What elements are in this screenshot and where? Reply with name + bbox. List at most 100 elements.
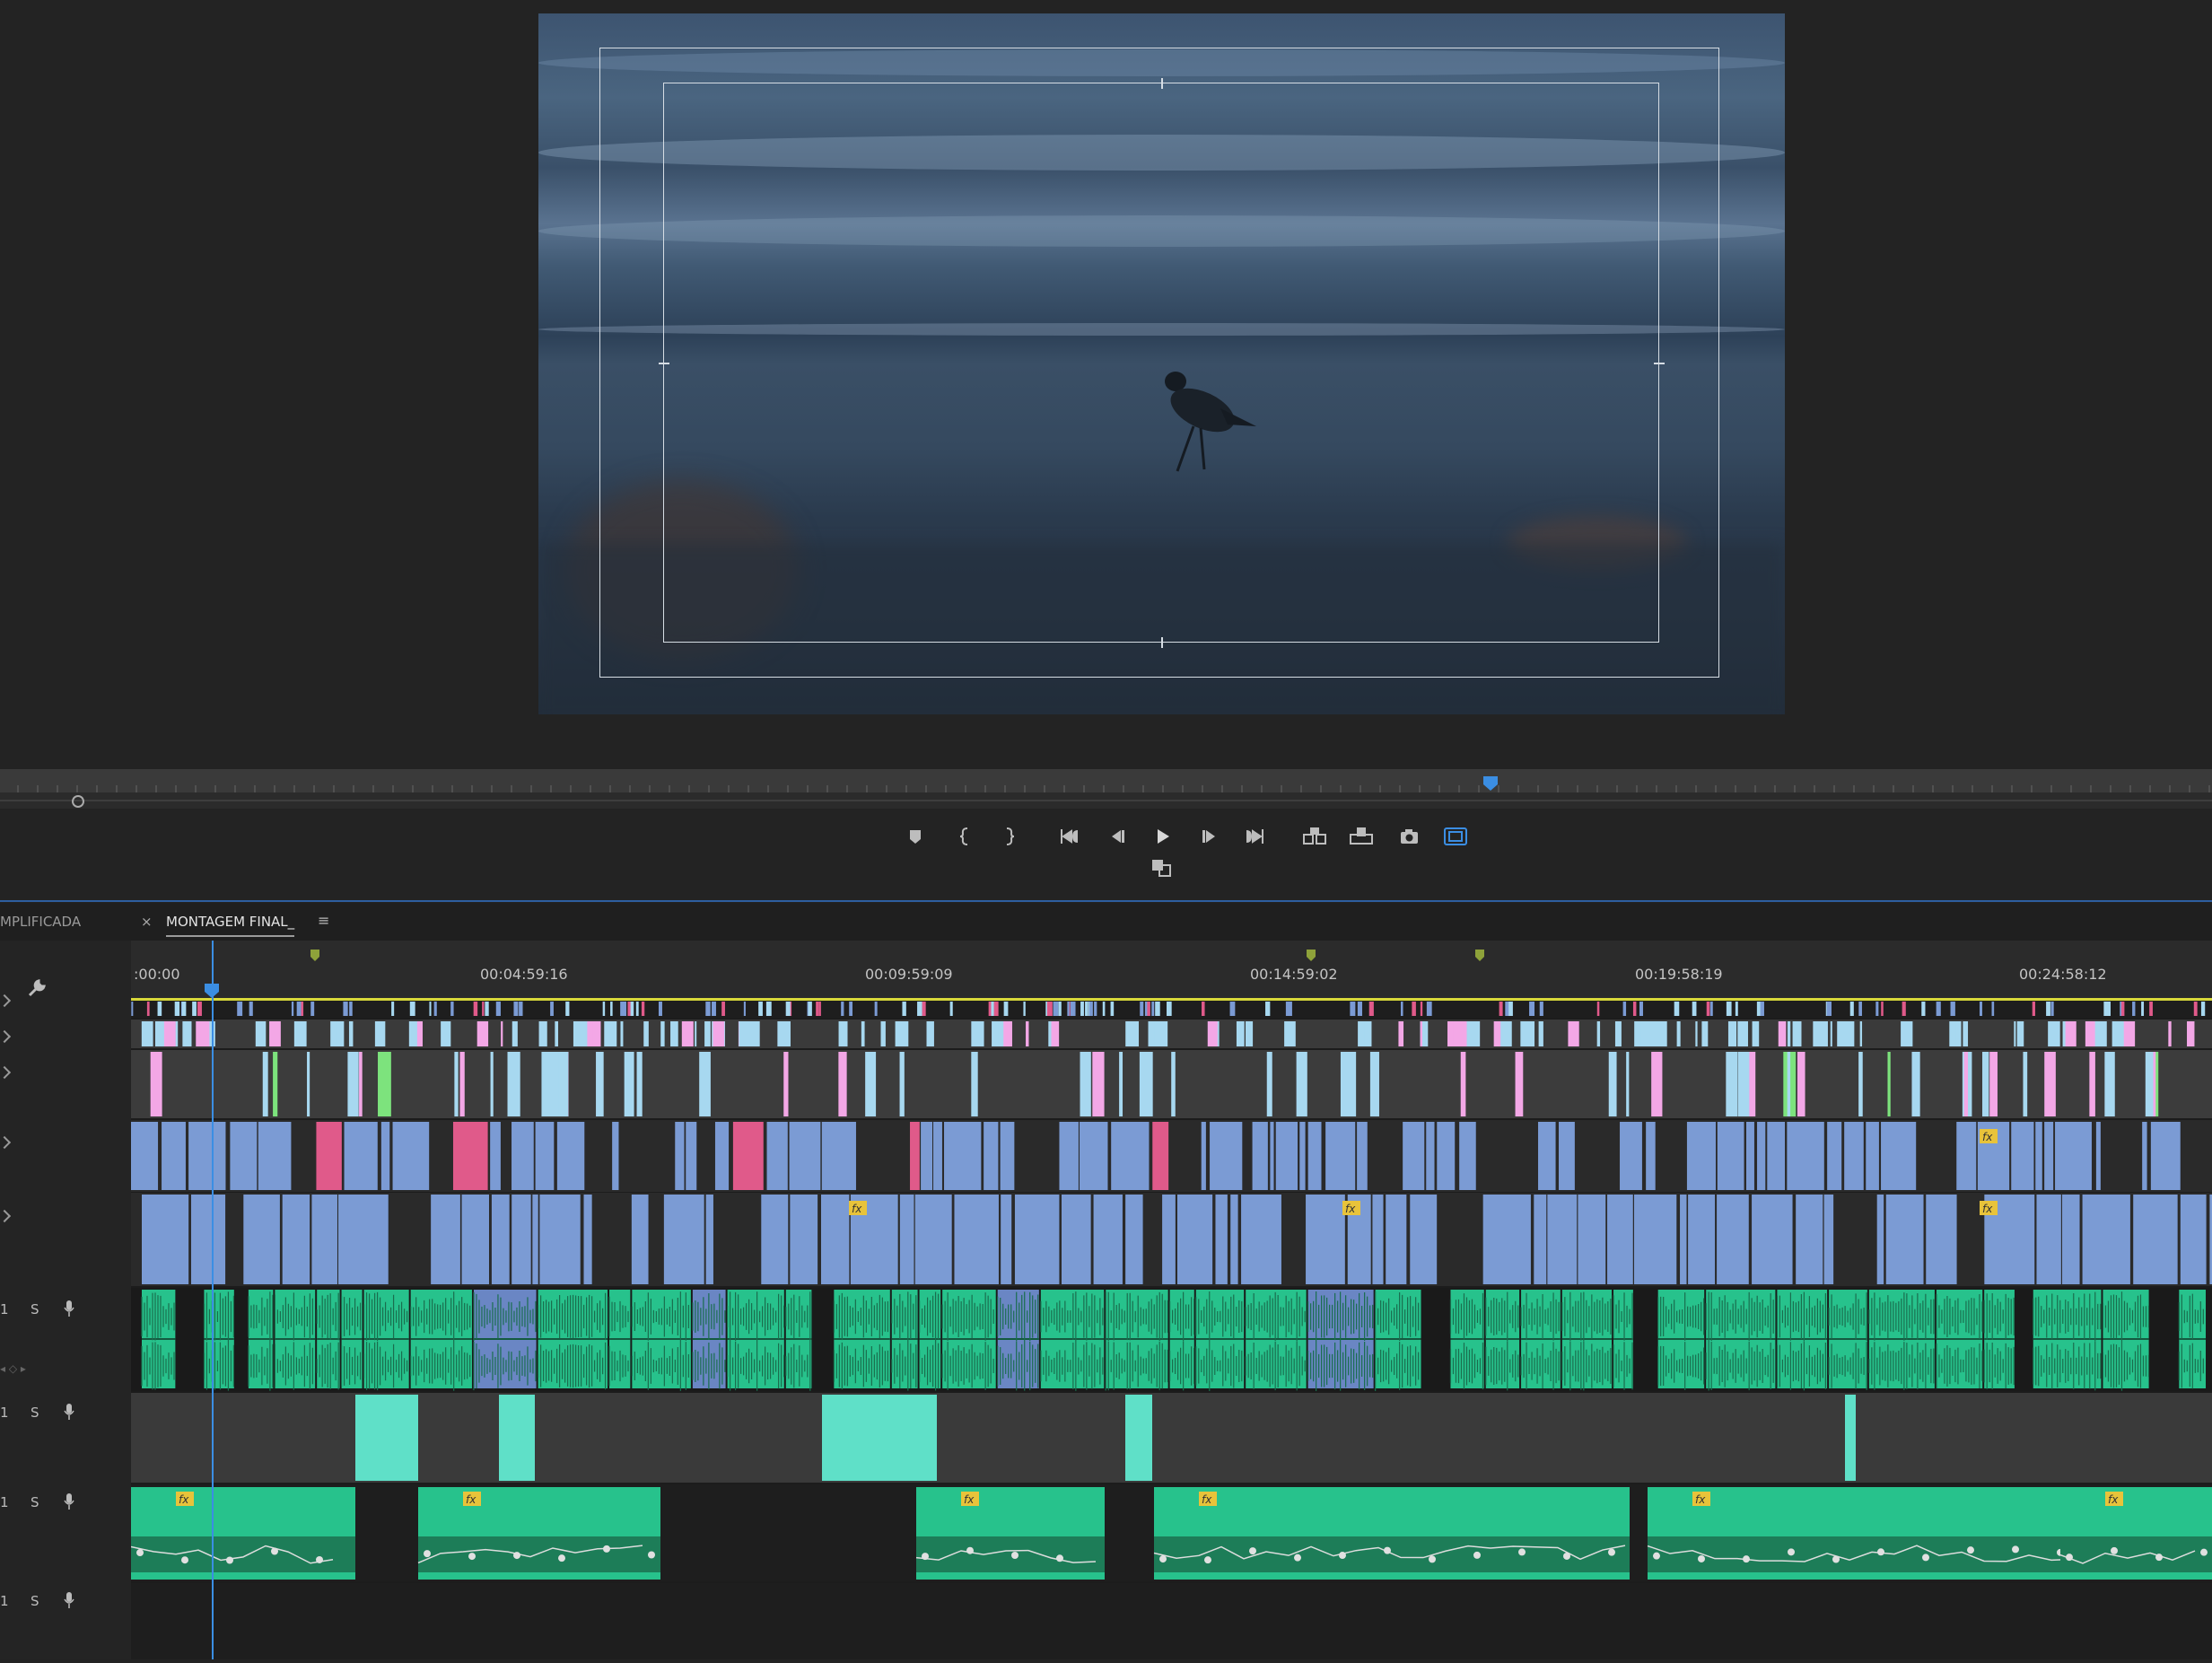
clip-mark [1155,1002,1160,1016]
step-forward-icon[interactable] [1196,823,1223,850]
clip-mark [1529,1002,1535,1016]
clip [1837,1021,1851,1046]
clip-mark [1979,1002,1982,1016]
monitor-scrubber[interactable] [0,769,2212,809]
clip [1787,1021,1791,1046]
video-clip [821,1122,856,1190]
zoom-handle[interactable] [72,795,84,808]
marker-icon[interactable] [902,823,929,850]
clip [1989,1052,1998,1116]
video-preview[interactable] [538,13,1785,714]
clip-mark [2141,1002,2145,1016]
solo-button[interactable]: S [31,1405,39,1421]
clip [378,1052,391,1116]
audio-clip [918,1290,941,1391]
video-clip [1306,1195,1345,1284]
clip [2093,1021,2107,1046]
go-to-in-icon[interactable] [1056,823,1083,850]
microphone-icon[interactable] [63,1492,75,1514]
clip-mark [1368,1002,1374,1016]
video-clip [539,1195,581,1284]
playhead-marker[interactable] [1483,776,1498,791]
video-clip [1093,1195,1123,1284]
tab-montagem-final[interactable]: MONTAGEM FINAL_ [166,914,295,937]
overwrite-icon[interactable] [1348,823,1375,850]
video-clip [1547,1195,1578,1284]
track-headers: 1 S ◂ ◇ ▸ 1 S 1 S 1 S [0,941,131,1659]
video-clip [790,1195,818,1284]
video-clip [316,1122,342,1190]
camera-icon[interactable] [1395,823,1422,850]
mark-out-icon[interactable] [996,823,1023,850]
playhead-line[interactable] [212,941,214,1659]
video-clip [1125,1195,1143,1284]
clip [374,1021,386,1046]
video-clip [1162,1195,1176,1284]
wrench-icon[interactable] [27,978,47,998]
keyframe-nav-icon[interactable]: ◂ ◇ ▸ [0,1362,26,1375]
video-clip [243,1195,280,1284]
clip [739,1021,750,1046]
clip-mark [1692,1002,1697,1016]
clip [2044,1052,2056,1116]
mark-in-icon[interactable] [951,823,978,850]
clip [273,1052,278,1116]
clip-mark [849,1002,852,1016]
solo-button[interactable]: S [31,1494,39,1510]
timeline-marker [1307,950,1316,961]
solo-button[interactable]: S [31,1301,39,1317]
video-clip [1403,1122,1425,1190]
microphone-icon[interactable] [63,1300,75,1321]
track-expand-icon[interactable] [0,1029,12,1044]
video-clip [2061,1195,2080,1284]
safe-margins-icon[interactable] [1442,823,1469,850]
svg-text:fx: fx [1345,1203,1356,1215]
audio-clip [1485,1290,1520,1391]
track-lane [131,1583,2212,1659]
time-ruler[interactable]: :00:00 00:04:59:16 00:09:59:09 00:14:59:… [131,941,2212,998]
tab-simplificada[interactable]: MPLIFICADA [0,914,81,930]
video-clip [188,1122,226,1190]
fx-badge: fx [1980,1129,1998,1143]
video-clip [1844,1122,1864,1190]
clip [971,1021,984,1046]
video-clip [1752,1195,1793,1284]
video-clip [1633,1195,1677,1284]
insert-icon[interactable] [1301,823,1328,850]
clip-mark [181,1002,187,1016]
tab-menu-icon[interactable]: ≡ [318,912,329,929]
clip [1858,1052,1863,1116]
video-clip [1201,1122,1206,1190]
track-expand-icon[interactable] [0,993,12,1008]
clip [1982,1052,1989,1116]
clip-mark [874,1002,878,1016]
video-clip [1796,1195,1823,1284]
clip-mark [1539,1002,1543,1016]
go-to-out-icon[interactable] [1241,823,1268,850]
clip [2085,1021,2095,1046]
audio-clip [1868,1290,1935,1390]
scrub-track[interactable] [0,769,2212,792]
microphone-icon[interactable] [63,1591,75,1613]
microphone-icon[interactable] [63,1403,75,1424]
zoom-bar[interactable] [0,800,2212,801]
play-icon[interactable] [1149,823,1176,850]
track-expand-icon[interactable] [0,1209,12,1223]
video-clip [675,1122,685,1190]
clip [1963,1052,1969,1116]
video-clip [1866,1122,1879,1190]
video-clip [1680,1195,1687,1284]
clip-mark [635,1002,639,1016]
track-clips[interactable]: fx fx fx fx fx fx fx fx fx fx [130,998,2212,1659]
tab-close-icon[interactable]: × [141,914,153,930]
track-area[interactable]: fx fx fx fx fx fx fx fx fx fx [130,998,2212,1659]
clip-mark [1085,1002,1089,1016]
track-expand-icon[interactable] [0,1065,12,1080]
clip-mark [1058,1002,1062,1016]
clip [1343,1052,1357,1116]
solo-button[interactable]: S [31,1593,39,1609]
audio-clip: fx [130,1487,355,1580]
track-expand-icon[interactable] [0,1135,12,1150]
compare-icon[interactable] [1149,854,1176,881]
step-back-icon[interactable] [1104,823,1131,850]
